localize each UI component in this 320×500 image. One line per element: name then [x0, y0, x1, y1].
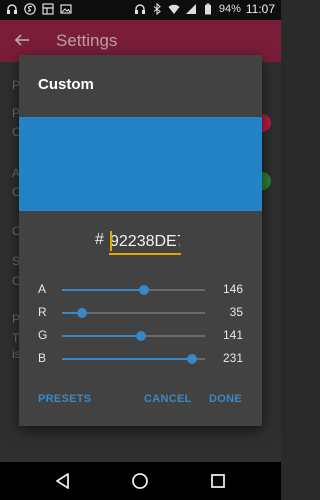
headset-icon	[134, 4, 145, 14]
battery-percent: 94%	[218, 3, 241, 15]
dialog-title: Custom	[38, 76, 94, 93]
bluetooth-icon	[153, 3, 161, 15]
slider-label: R	[38, 305, 47, 319]
slider-blue[interactable]: B 231	[19, 349, 262, 369]
signal-icon	[185, 4, 196, 14]
slider-green[interactable]: G 141	[19, 326, 262, 346]
hex-row: #	[19, 227, 262, 259]
slider-value: 146	[222, 282, 243, 296]
slider-alpha[interactable]: A 146	[19, 280, 262, 300]
slider-track[interactable]	[62, 331, 205, 341]
page-title: Settings	[56, 31, 118, 50]
color-preview	[19, 117, 262, 211]
presets-button[interactable]: PRESETS	[38, 393, 91, 405]
headset-icon	[7, 4, 17, 14]
dialog-actions: PRESETS CANCEL DONE	[19, 393, 262, 413]
slider-label: G	[38, 328, 48, 342]
navigation-bar	[0, 462, 281, 500]
slider-label: B	[38, 351, 47, 365]
done-button[interactable]: DONE	[209, 393, 242, 405]
slider-fill	[62, 358, 192, 360]
s-app-icon	[24, 3, 36, 15]
hex-prefix: #	[95, 231, 104, 248]
slider-fill	[62, 335, 142, 337]
slider-value: 231	[222, 351, 243, 365]
grid-app-icon	[42, 3, 54, 15]
slider-thumb[interactable]	[136, 331, 147, 341]
slider-value: 35	[229, 305, 243, 319]
slider-track[interactable]	[62, 308, 205, 318]
slider-track[interactable]	[62, 354, 205, 364]
slider-thumb[interactable]	[186, 354, 197, 364]
battery-icon	[204, 3, 211, 15]
clock: 11:07	[245, 2, 275, 16]
home-circle-icon[interactable]	[131, 472, 149, 490]
arrow-back-icon[interactable]	[14, 32, 30, 48]
cancel-button[interactable]: CANCEL	[144, 393, 192, 405]
slider-value: 141	[222, 328, 243, 342]
slider-red[interactable]: R 35	[19, 303, 262, 323]
slider-thumb[interactable]	[76, 308, 87, 318]
slider-thumb[interactable]	[138, 285, 149, 295]
recents-square-icon[interactable]	[209, 472, 227, 490]
text-caret	[110, 231, 112, 251]
back-triangle-icon[interactable]	[54, 472, 72, 490]
color-picker-dialog: Custom # A 146 R 35 G 141 B 231 PRESETS …	[19, 55, 262, 426]
wifi-icon	[168, 4, 180, 14]
hex-input[interactable]	[109, 227, 181, 255]
slider-track[interactable]	[62, 285, 205, 295]
image-icon	[60, 4, 72, 14]
slider-fill	[62, 289, 144, 291]
slider-label: A	[38, 282, 47, 296]
status-bar: 94% 11:07	[0, 0, 281, 20]
